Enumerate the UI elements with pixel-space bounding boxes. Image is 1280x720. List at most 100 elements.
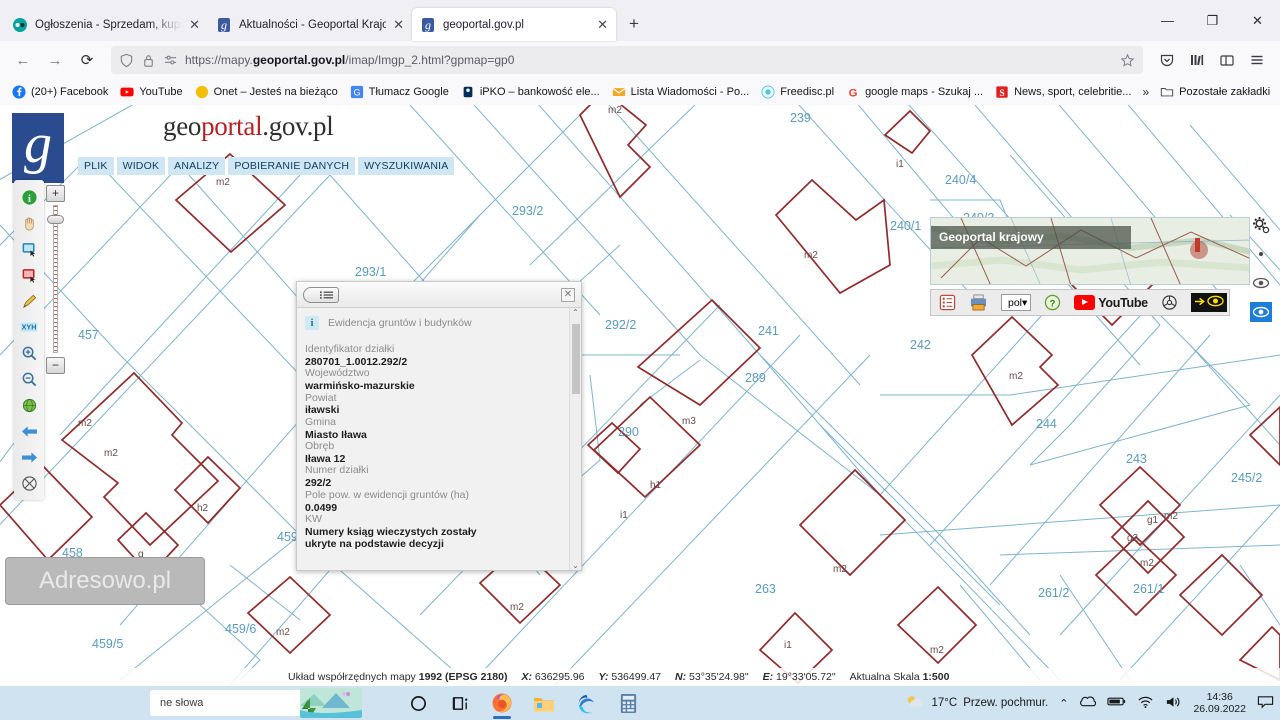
legend-grid-icon[interactable]	[939, 294, 956, 311]
sidebar-icon[interactable]	[1212, 45, 1242, 75]
onedrive-icon[interactable]	[1079, 694, 1097, 712]
select-rectangle-red-icon[interactable]	[16, 262, 42, 288]
menu-item-pobieranie-danych[interactable]: POBIERANIE DANYCH	[228, 157, 356, 175]
zoom-in-button[interactable]: +	[46, 185, 65, 202]
window-maximize-button[interactable]: ❐	[1190, 0, 1235, 41]
lock-icon[interactable]	[141, 53, 156, 68]
window-close-button[interactable]: ✕	[1235, 0, 1280, 41]
scroll-up-arrow-icon[interactable]: ⌃	[572, 308, 579, 317]
clear-selection-icon[interactable]	[16, 470, 42, 496]
zoom-out-button[interactable]: −	[46, 357, 65, 374]
menu-item-wyszukiwania[interactable]: WYSZUKIWANIA	[358, 157, 455, 175]
wordmark-domain: .gov.pl	[262, 111, 334, 141]
reload-button[interactable]: ⟳	[72, 45, 102, 75]
calculator-icon[interactable]	[615, 686, 641, 720]
firefox-icon[interactable]	[489, 686, 515, 720]
overview-minimap[interactable]: Geoportal krajowy	[930, 217, 1250, 285]
collapse-dot-icon[interactable]	[1250, 244, 1272, 264]
language-select[interactable]: pol ▾	[1001, 294, 1032, 311]
youtube-link[interactable]: YouTube	[1074, 295, 1148, 310]
taskbar-clock[interactable]: 14:36 26.09.2022	[1193, 691, 1246, 715]
xyh-coordinates-icon[interactable]: XYH	[16, 314, 42, 340]
zoom-slider-track[interactable]	[53, 205, 58, 353]
bookmark-news-sport[interactable]: S News, sport, celebritie...	[989, 83, 1137, 101]
bookmark-onet[interactable]: Onet – Jesteś na bieżąco	[189, 83, 344, 101]
zoom-slider-thumb[interactable]	[47, 215, 64, 224]
info-panel-close-icon[interactable]: ✕	[561, 287, 575, 302]
browser-tab-2[interactable]: g Aktualności - Geoportal Krajowy ✕	[208, 8, 412, 41]
draw-pencil-icon[interactable]	[16, 288, 42, 314]
bookmark-mail-list[interactable]: Lista Wiadomości - Po...	[606, 83, 756, 101]
browser-tab-3[interactable]: g geoportal.gov.pl ✕	[412, 8, 616, 41]
select-rectangle-blue-icon[interactable]	[16, 236, 42, 262]
url-prefix: https://mapy.	[185, 53, 253, 67]
status-y-value: 536499.47	[611, 671, 662, 683]
accessibility-wheel-icon[interactable]	[1161, 294, 1178, 311]
taskbar-search-box[interactable]: ne słowa	[150, 690, 305, 716]
building-label: m2	[1140, 558, 1154, 569]
globe-extent-icon[interactable]	[16, 392, 42, 418]
print-map-icon[interactable]	[969, 294, 988, 311]
bookmark-ipko[interactable]: iPKO – bankowość ele...	[455, 83, 606, 101]
forward-button[interactable]: →	[40, 45, 70, 75]
scroll-down-arrow-icon[interactable]: ⌄	[572, 561, 579, 570]
wifi-icon[interactable]	[1137, 695, 1154, 712]
address-bar[interactable]: https://mapy.geoportal.gov.pl/imap/Imgp_…	[111, 46, 1143, 74]
browser-tab-1-close-icon[interactable]: ✕	[189, 18, 200, 31]
bookmark-google-maps[interactable]: G google maps - Szukaj ...	[840, 83, 989, 101]
bookmark-youtube[interactable]: YouTube	[114, 83, 188, 101]
bookmark-facebook[interactable]: (20+) Facebook	[6, 83, 114, 101]
edge-icon[interactable]	[573, 686, 599, 720]
settings-gear-icon[interactable]	[1250, 215, 1272, 235]
info-panel-scrollbar[interactable]: ⌃ ⌄	[569, 308, 581, 570]
screen-root: Ogłoszenia - Sprzedam, kupię n ✕ g Aktua…	[0, 0, 1280, 720]
zoom-in-icon[interactable]	[16, 340, 42, 366]
next-view-icon[interactable]	[16, 444, 42, 470]
geoportal-logo[interactable]: g	[12, 113, 64, 183]
map-status-bar: Układ współrzędnych mapy 1992 (EPSG 2180…	[0, 668, 1280, 686]
parcel-label: 293/2	[512, 204, 544, 218]
high-contrast-toggle[interactable]	[1190, 293, 1227, 312]
info-panel-list-toggle-icon[interactable]	[303, 286, 339, 303]
browser-tab-2-close-icon[interactable]: ✕	[393, 18, 404, 31]
pocket-icon[interactable]	[1152, 45, 1182, 75]
shield-icon[interactable]	[119, 53, 134, 68]
eye-inactive-icon[interactable]	[1250, 273, 1272, 293]
help-icon[interactable]: ?	[1044, 294, 1061, 311]
tray-overflow-chevron-icon[interactable]: ⌃	[1059, 697, 1068, 710]
battery-icon[interactable]	[1107, 695, 1126, 711]
previous-view-icon[interactable]	[16, 418, 42, 444]
bookmark-freedisc[interactable]: Freedisc.pl	[755, 83, 840, 101]
map-zoom-slider[interactable]: + −	[46, 185, 65, 375]
eye-active-icon[interactable]	[1250, 302, 1272, 322]
browser-tab-1[interactable]: Ogłoszenia - Sprzedam, kupię n ✕	[4, 8, 208, 41]
notification-center-icon[interactable]	[1257, 695, 1274, 712]
taskbar-weather[interactable]: 17°C Przew. pochmur.	[905, 694, 1048, 713]
permissions-icon[interactable]	[163, 53, 178, 68]
back-button[interactable]: ←	[8, 45, 38, 75]
menu-item-plik[interactable]: PLIK	[78, 157, 114, 175]
pan-hand-icon[interactable]	[16, 210, 42, 236]
menu-item-widok[interactable]: WIDOK	[116, 157, 166, 175]
file-explorer-icon[interactable]	[531, 686, 557, 720]
bookmark-google-translate[interactable]: G Tłumacz Google	[344, 83, 455, 101]
zoom-out-icon[interactable]	[16, 366, 42, 392]
adresowo-overlay-badge[interactable]: Adresowo.pl	[5, 557, 205, 605]
browser-tab-3-close-icon[interactable]: ✕	[597, 18, 608, 31]
identify-info-icon[interactable]: i	[16, 184, 42, 210]
bookmark-star-icon[interactable]	[1120, 53, 1135, 68]
bookmark-google-maps-label: google maps - Szukaj ...	[865, 86, 984, 98]
scrollbar-thumb[interactable]	[572, 324, 580, 394]
bookmarks-overflow-chevron-icon[interactable]: »	[1137, 83, 1154, 101]
library-icon[interactable]	[1182, 45, 1212, 75]
app-menu-hamburger-icon[interactable]	[1242, 45, 1272, 75]
window-minimize-button[interactable]: —	[1145, 0, 1190, 41]
new-tab-button[interactable]: +	[620, 10, 648, 38]
volume-icon[interactable]	[1165, 695, 1182, 712]
taskbar-scenery-thumbnail[interactable]	[300, 688, 362, 718]
windows-taskbar: ne słowa 17°C Przew. pochmur. ⌃ 14:36 26…	[0, 686, 1280, 720]
menu-item-analizy[interactable]: ANALIZY	[168, 157, 226, 175]
taskview-circle-icon[interactable]	[405, 686, 431, 720]
bookmark-other-folder[interactable]: Pozostałe zakładki	[1154, 83, 1276, 101]
widgets-icon[interactable]	[447, 686, 473, 720]
